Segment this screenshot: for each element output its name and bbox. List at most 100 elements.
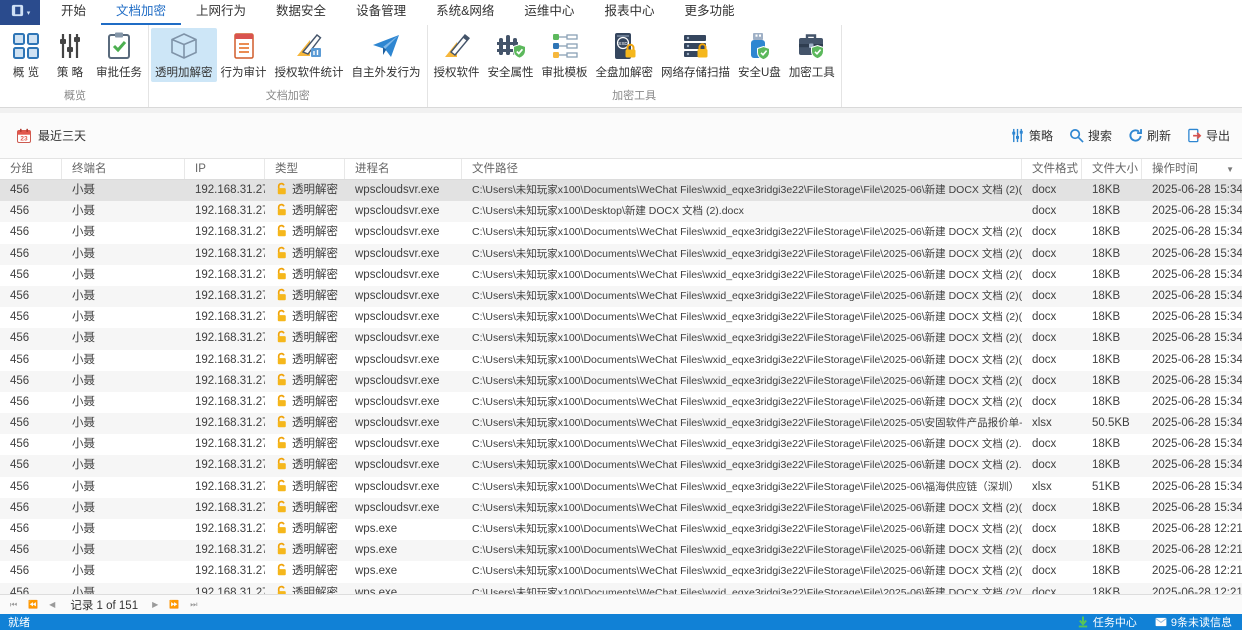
column-filter-dropdown-icon[interactable]: ▼	[1226, 159, 1234, 179]
table-row[interactable]: 456 小聂 192.168.31.27 透明解密 wpscloudsvr.exe C:\…	[0, 349, 1242, 371]
cell-ip: 192.168.31.27	[195, 332, 265, 345]
table-row[interactable]: 456 小聂 192.168.31.27 透明解密 wpscloudsvr.exe C:\…	[0, 370, 1242, 392]
cell-process: wpscloudsvr.exe	[355, 438, 440, 451]
cell-time: 2025-06-28 15:34:41	[1152, 247, 1242, 260]
table-row[interactable]: 456 小聂 192.168.31.27 透明解密 wpscloudsvr.exe C:\…	[0, 222, 1242, 244]
column-header-3[interactable]: 类型	[265, 159, 345, 179]
lock-open-icon	[275, 585, 288, 594]
menu-tab-0[interactable]: 开始	[46, 0, 101, 25]
pagination-first-button[interactable]: ⏮	[8, 600, 20, 610]
cell-terminal: 小聂	[72, 544, 95, 557]
ribbon-item-usb-shield[interactable]: 安全U盘	[734, 28, 785, 82]
pagination-fast-prev-button[interactable]: ⏪	[26, 600, 41, 609]
column-header-2[interactable]: IP	[185, 159, 265, 179]
lock-open-icon	[275, 182, 288, 201]
table-row[interactable]: 456 小聂 192.168.31.27 透明解密 wpscloudsvr.exe C:\…	[0, 455, 1242, 477]
ribbon-item-label: 授权软件统计	[274, 67, 344, 79]
action-label: 刷新	[1146, 129, 1171, 143]
menu-tab-3[interactable]: 数据安全	[261, 0, 341, 25]
cell-ip: 192.168.31.27	[195, 459, 265, 472]
column-header-4[interactable]: 进程名	[345, 159, 462, 179]
menu-tab-7[interactable]: 报表中心	[589, 0, 669, 25]
table-row[interactable]: 456 小聂 192.168.31.27 透明解密 wpscloudsvr.exe C:\…	[0, 476, 1242, 498]
table-row[interactable]: 456 小聂 192.168.31.27 透明解密 wps.exe C:\Users\未知…	[0, 582, 1242, 594]
menu-tab-5[interactable]: 系统&网络	[421, 0, 509, 25]
ribbon-item-label: 全盘加解密	[595, 67, 654, 79]
table-row[interactable]: 456 小聂 192.168.31.27 透明解密 wpscloudsvr.exe C:\…	[0, 243, 1242, 265]
action-search-button[interactable]: 搜索	[1069, 127, 1112, 144]
chevron-down-icon: ▾	[26, 9, 31, 17]
column-header-0[interactable]: 分组	[0, 159, 62, 179]
cell-format: docx	[1032, 268, 1057, 281]
cell-size: 18KB	[1092, 311, 1121, 324]
table-row[interactable]: 456 小聂 192.168.31.27 透明解密 wpscloudsvr.exe C:\…	[0, 201, 1242, 223]
table-row[interactable]: 456 小聂 192.168.31.27 透明解密 wpscloudsvr.exe C:\…	[0, 264, 1242, 286]
fence-shield-icon	[496, 31, 526, 61]
cell-time: 2025-06-28 15:34:41	[1152, 459, 1242, 472]
cell-format: docx	[1032, 501, 1057, 514]
menu-tab-6[interactable]: 运维中心	[509, 0, 589, 25]
ribbon-group-2: 授权软件 安全属性 审批模板 SSD 全盘加解密 网络存储扫描 安全U盘 加密工具 加密工具	[428, 25, 842, 107]
table-row[interactable]: 456 小聂 192.168.31.27 透明解密 wpscloudsvr.exe C:\…	[0, 328, 1242, 350]
ribbon-item-toolbox-shield[interactable]: 加密工具	[785, 28, 839, 82]
ribbon-item-server-lock[interactable]: 网络存储扫描	[657, 28, 734, 82]
column-header-7[interactable]: 文件大小	[1082, 159, 1142, 179]
table-row[interactable]: 456 小聂 192.168.31.27 透明解密 wps.exe C:\Users\未知…	[0, 540, 1242, 562]
app-menu-button[interactable]: ▾	[0, 0, 40, 25]
unread-messages-button[interactable]: 9条未读信息	[1155, 614, 1232, 630]
table-row[interactable]: 456 小聂 192.168.31.27 透明解密 wpscloudsvr.exe C:\…	[0, 413, 1242, 435]
cell-type: 透明解密	[265, 413, 345, 434]
ribbon-item-paper-plane[interactable]: 自主外发行为	[348, 28, 425, 82]
ribbon-item-clipboard-check[interactable]: 审批任务	[92, 28, 146, 82]
table-row[interactable]: 456 小聂 192.168.31.27 透明解密 wpscloudsvr.exe C:\…	[0, 497, 1242, 519]
ribbon-item-grid[interactable]: 概 览	[4, 28, 48, 82]
pagination-prev-button[interactable]: ◀	[47, 600, 58, 609]
menu-tab-8[interactable]: 更多功能	[669, 0, 749, 25]
action-label: 导出	[1205, 129, 1230, 143]
cell-time: 2025-06-28 15:34:41	[1152, 438, 1242, 451]
ribbon-item-org-chart[interactable]: 审批模板	[538, 28, 592, 82]
table-row[interactable]: 456 小聂 192.168.31.27 透明解密 wps.exe C:\Users\未知…	[0, 561, 1242, 583]
cell-process: wpscloudsvr.exe	[355, 247, 440, 260]
table-row[interactable]: 456 小聂 192.168.31.27 透明解密 wpscloudsvr.exe C:\…	[0, 391, 1242, 414]
column-header-6[interactable]: 文件格式	[1022, 159, 1082, 179]
action-sliders-blue-button[interactable]: 策略	[1010, 127, 1053, 144]
paper-plane-icon	[371, 31, 401, 61]
cell-terminal: 小聂	[72, 268, 95, 281]
action-refresh-button[interactable]: 刷新	[1128, 127, 1171, 144]
ribbon-item-fence-shield[interactable]: 安全属性	[484, 28, 538, 82]
pagination-fast-next-button[interactable]: ⏩	[167, 600, 182, 609]
cell-ip: 192.168.31.27	[195, 289, 265, 302]
ribbon-item-pencil-ruler[interactable]: 授权软件	[430, 28, 484, 82]
column-header-1[interactable]: 终端名	[62, 159, 185, 179]
task-center-button[interactable]: 任务中心	[1077, 614, 1137, 630]
cell-size: 18KB	[1092, 268, 1121, 281]
cell-process: wps.exe	[355, 565, 398, 578]
table-row[interactable]: 456 小聂 192.168.31.27 透明解密 wpscloudsvr.exe C:\…	[0, 285, 1242, 308]
ribbon-item-sliders[interactable]: 策 略	[48, 28, 92, 82]
ribbon-item-ssd-lock[interactable]: SSD 全盘加解密	[592, 28, 658, 82]
table-row[interactable]: 456 小聂 192.168.31.27 透明解密 wpscloudsvr.exe C:\…	[0, 307, 1242, 329]
action-export-button[interactable]: 导出	[1187, 127, 1230, 144]
ribbon-item-cube[interactable]: 透明加解密	[151, 28, 217, 82]
cell-terminal: 小聂	[72, 586, 95, 594]
cell-format: docx	[1032, 184, 1057, 196]
ribbon-item-pencil-stats[interactable]: 授权软件统计	[271, 28, 348, 82]
table-row[interactable]: 456 小聂 192.168.31.27 透明解密 wpscloudsvr.exe C:\…	[0, 434, 1242, 456]
column-header-8[interactable]: 操作时间 ▼	[1142, 159, 1242, 179]
log-table: 分组 终端名 IP 类型 进程名 文件路径 文件格式 文件大小 操作时间 ▼ 456 小聂 192.1…	[0, 158, 1242, 594]
pagination-last-button[interactable]: ⏭	[188, 600, 200, 610]
ribbon-item-list-doc[interactable]: 行为审计	[217, 28, 271, 82]
table-row[interactable]: 456 小聂 192.168.31.27 透明解密 wpscloudsvr.exe C:\…	[0, 180, 1242, 202]
ribbon-group-0: 概 览 策 略审批任务 概览	[2, 25, 149, 107]
cell-group: 456	[10, 586, 30, 594]
menu-tab-4[interactable]: 设备管理	[341, 0, 421, 25]
date-filter-button[interactable]: 23 最近三天	[16, 127, 86, 144]
column-header-5[interactable]: 文件路径	[462, 159, 1022, 179]
menu-tab-2[interactable]: 上网行为	[181, 0, 261, 25]
table-row[interactable]: 456 小聂 192.168.31.27 透明解密 wps.exe C:\Users\未知…	[0, 519, 1242, 541]
menu-tab-1[interactable]: 文档加密	[101, 0, 182, 25]
cell-path: C:\Users\未知玩家x100\Documents\WeChat Files…	[472, 417, 1022, 430]
pagination-next-button[interactable]: ▶	[150, 600, 161, 609]
ribbon-item-label: 概 览	[12, 67, 40, 79]
